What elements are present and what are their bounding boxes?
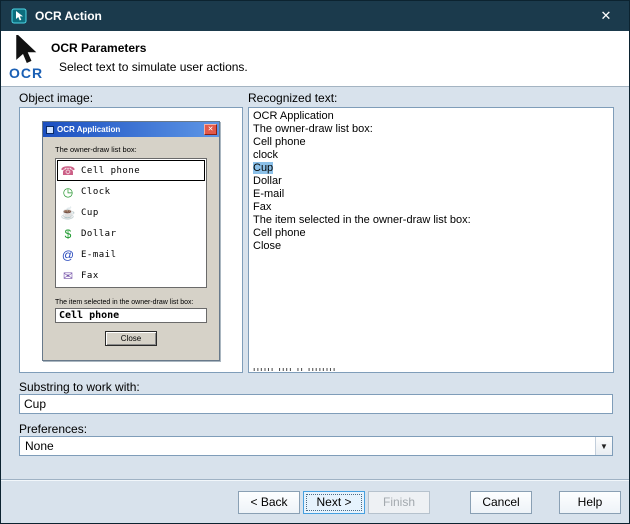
recognized-text-item[interactable]: Close: [249, 240, 613, 253]
ocr-action-dialog: OCR Action ✕ OCR OCR Parameters Select t…: [0, 0, 630, 524]
recognized-text-label: Recognized text:: [248, 91, 337, 105]
wizard-footer: < Back Next > Finish Cancel Help: [1, 479, 630, 524]
cup-icon: ☕: [60, 207, 76, 219]
preview-item-label: Cup: [81, 208, 99, 218]
wizard-body: Object image: Recognized text: OCR Appli…: [1, 87, 630, 479]
fax-icon: ✉: [60, 270, 76, 282]
ocr-logo: OCR: [9, 35, 51, 83]
cancel-button[interactable]: Cancel: [470, 491, 532, 514]
preview-item-label: Dollar: [81, 229, 117, 239]
preview-item-label: Clock: [81, 187, 111, 197]
preview-app-window: OCR Application ✕ The owner-draw list bo…: [42, 121, 220, 361]
substring-input[interactable]: [19, 394, 613, 414]
back-button[interactable]: < Back: [238, 491, 300, 514]
ocr-logo-text: OCR: [9, 65, 43, 81]
page-subtitle: Select text to simulate user actions.: [59, 60, 248, 74]
substring-label: Substring to work with:: [19, 380, 140, 394]
preview-list-item: ✉ Fax: [57, 265, 205, 286]
preview-list-item: ◷ Clock: [57, 181, 205, 202]
clock-icon: ◷: [60, 186, 76, 198]
recognized-text-list: OCR ApplicationThe owner-draw list box:C…: [248, 107, 614, 373]
preview-list-label: The owner-draw list box:: [55, 145, 207, 154]
preview-list-item: $ Dollar: [57, 223, 205, 244]
preview-list-item: @ E-mail: [57, 244, 205, 265]
cell-phone-icon: ☎: [60, 165, 76, 177]
wizard-header: OCR OCR Parameters Select text to simula…: [1, 31, 630, 87]
cursor-arrow-icon: [15, 35, 37, 65]
email-icon: @: [60, 249, 76, 261]
preview-list-item: ☕ Cup: [57, 202, 205, 223]
recognized-text-item[interactable]: The owner-draw list box:: [249, 123, 613, 136]
recognized-text-item[interactable]: clock: [249, 149, 613, 162]
preview-titlebar: OCR Application ✕: [43, 122, 219, 137]
object-image-panel: OCR Application ✕ The owner-draw list bo…: [19, 107, 243, 373]
recognized-text-item[interactable]: Fax: [249, 201, 613, 214]
preview-selected-value: Cell phone: [55, 308, 207, 323]
preview-body: The owner-draw list box: ☎ Cell phone ◷ Clo…: [43, 137, 219, 360]
preferences-select[interactable]: None ▼: [19, 436, 613, 456]
recognized-text-item[interactable]: E-mail: [249, 188, 613, 201]
preview-app-icon: [46, 126, 54, 134]
recognized-text-item[interactable]: The item selected in the owner-draw list…: [249, 214, 613, 227]
object-image-label: Object image:: [19, 91, 93, 105]
page-title: OCR Parameters: [51, 41, 146, 55]
close-icon[interactable]: ✕: [591, 1, 621, 31]
recognized-text-item[interactable]: Cell phone: [249, 136, 613, 149]
recognized-text-item[interactable]: Cell phone: [249, 227, 613, 240]
finish-button: Finish: [368, 491, 430, 514]
window-title: OCR Action: [35, 9, 591, 23]
recognized-text-item[interactable]: Cup: [249, 162, 613, 175]
ocr-action-icon: [11, 8, 27, 24]
recognized-partial-line: uuu uu u uuuu: [253, 365, 336, 371]
preview-listbox: ☎ Cell phone ◷ Clock ☕ Cup $ Dollar @ E-mail ✉ Fax: [55, 158, 207, 288]
preferences-label: Preferences:: [19, 422, 87, 436]
recognized-text-item[interactable]: OCR Application: [249, 110, 613, 123]
preview-item-label: Fax: [81, 271, 99, 281]
next-button[interactable]: Next >: [303, 491, 365, 514]
preview-window-title: OCR Application: [57, 125, 204, 134]
preferences-selected-value: None: [20, 439, 595, 453]
preview-close-button: Close: [105, 331, 157, 346]
titlebar: OCR Action ✕: [1, 1, 630, 31]
preview-selected-label: The item selected in the owner-draw list…: [55, 299, 207, 306]
preview-list-item: ☎ Cell phone: [57, 160, 205, 181]
dollar-icon: $: [60, 228, 76, 240]
recognized-text-item[interactable]: Dollar: [249, 175, 613, 188]
preview-close-icon: ✕: [204, 124, 217, 135]
chevron-down-icon[interactable]: ▼: [595, 437, 612, 455]
preview-item-label: E-mail: [81, 250, 117, 260]
preview-item-label: Cell phone: [81, 166, 140, 176]
help-button[interactable]: Help: [559, 491, 621, 514]
